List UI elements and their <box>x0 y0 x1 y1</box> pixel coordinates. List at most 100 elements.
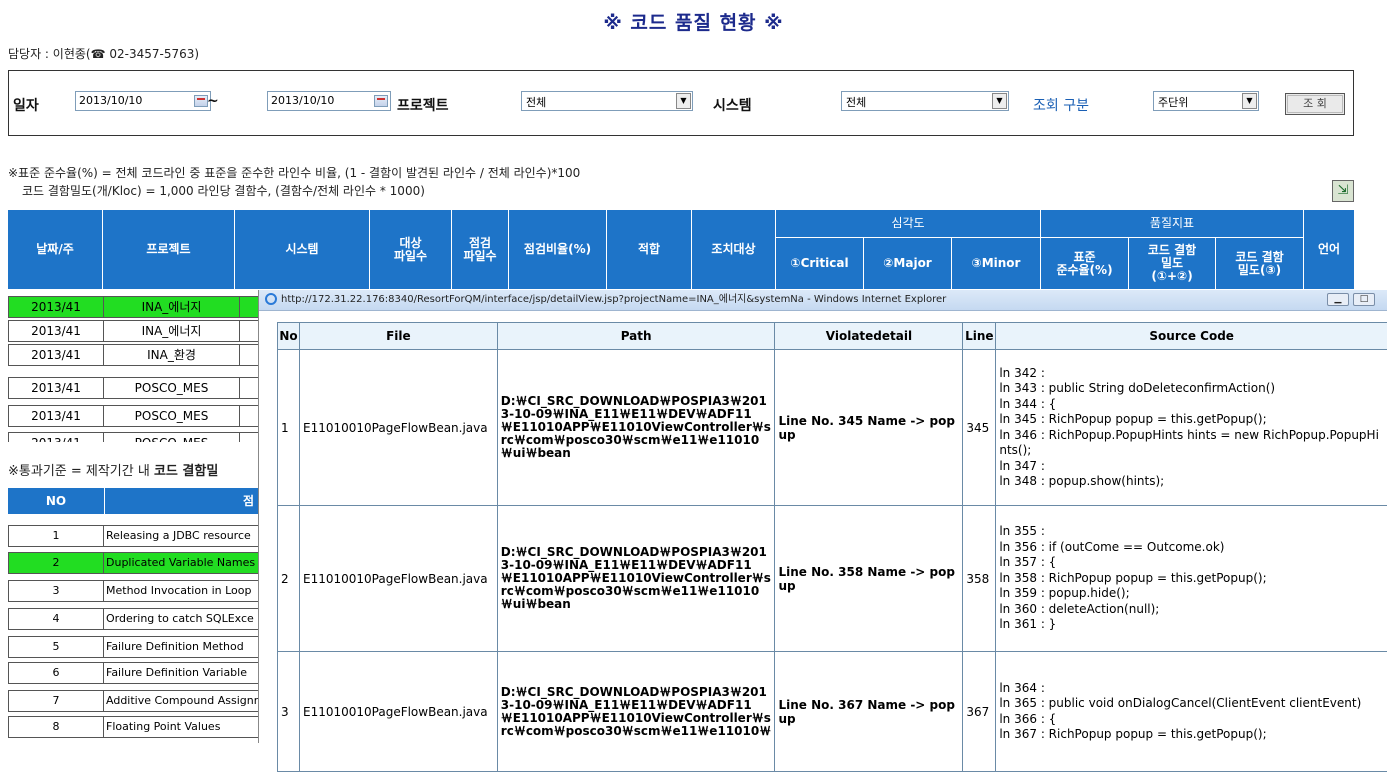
criteria-row[interactable]: 3Method Invocation in Loop <box>8 580 258 602</box>
source-line: ln 365 : public void onDialogCancel(Clie… <box>999 696 1384 712</box>
criteria-no: 6 <box>8 662 104 684</box>
density-formula-note: 코드 결함밀도(개/Kloc) = 1,000 라인당 결함수, (결함수/전체… <box>22 182 425 199</box>
criteria-row[interactable]: 7Additive Compound Assignr <box>8 690 258 712</box>
excel-export-icon[interactable]: ⇲ <box>1332 180 1354 202</box>
query-type-select[interactable]: 주단위 ▼ <box>1153 91 1259 111</box>
project-select[interactable]: 전체 ▼ <box>521 91 693 111</box>
end-date-value: 2013/10/10 <box>271 94 334 107</box>
detail-popup-window[interactable]: http://172.31.22.176:8340/ResortForQM/in… <box>258 290 1387 743</box>
end-date-input[interactable]: 2013/10/10 <box>267 91 391 111</box>
source-line: ln 367 : RichPopup popup = this.getPopup… <box>999 727 1384 743</box>
cell-week: 2013/41 <box>8 344 104 366</box>
criteria-name: Ordering to catch SQLExce <box>103 608 259 630</box>
cell-system <box>239 405 259 427</box>
source-line: ln 342 : <box>999 366 1384 382</box>
cell-week: 2013/41 <box>8 320 104 342</box>
criteria-row[interactable]: 4Ordering to catch SQLExce <box>8 608 258 630</box>
source-line: ln 359 : popup.hide(); <box>999 586 1384 602</box>
col-inspection-item: 점 <box>105 488 258 514</box>
chevron-down-icon[interactable]: ▼ <box>992 93 1007 109</box>
source-line: ln 364 : <box>999 681 1384 697</box>
query-type-label: 조회 구분 <box>1033 95 1089 115</box>
detail-row[interactable]: 1E11010010PageFlowBean.javaD:￦CI_SRC_DOW… <box>278 350 1387 506</box>
table-row[interactable]: 2013/41 INA_환경 <box>8 344 258 366</box>
cell-source-code: ln 355 :ln 356 : if (outCome == Outcome.… <box>996 506 1387 652</box>
col-minor: ③Minor <box>952 238 1041 290</box>
cell-system <box>239 296 259 318</box>
criteria-row[interactable]: 8Floating Point Values <box>8 716 258 738</box>
detail-row[interactable]: 3E11010010PageFlowBean.javaD:￦CI_SRC_DOW… <box>278 652 1387 772</box>
cell-week: 2013/41 <box>8 432 104 442</box>
system-select[interactable]: 전체 ▼ <box>841 91 1009 111</box>
criteria-name: Failure Definition Variable <box>103 662 259 684</box>
minimize-icon[interactable]: ▁ <box>1327 293 1349 306</box>
popup-title: http://172.31.22.176:8340/ResortForQM/in… <box>281 290 946 310</box>
cell-path: D:￦CI_SRC_DOWNLOAD￦POSPIA3￦2013-10-09￦IN… <box>497 506 775 652</box>
col-language: 언어 <box>1304 210 1354 290</box>
source-line: ln 360 : deleteAction(null); <box>999 602 1384 618</box>
compliance-formula-note: ※표준 준수율(%) = 전체 코드라인 중 표준을 준수한 라인수 비율, (… <box>8 164 580 181</box>
source-line: ln 346 : RichPopup.PopupHints hints = ne… <box>999 428 1384 459</box>
cell-no: 3 <box>278 652 300 772</box>
criteria-name: Failure Definition Method <box>103 636 259 658</box>
source-line: ln 347 : <box>999 459 1384 475</box>
col-defect-density-3: 코드 결함 밀도(③) <box>1216 238 1304 290</box>
table-row[interactable]: 2013/41 POSCO_MES <box>8 377 258 399</box>
table-row[interactable]: 2013/41 POSCO_MES <box>8 405 258 427</box>
source-line: ln 357 : { <box>999 555 1384 571</box>
start-date-input[interactable]: 2013/10/10 <box>75 91 211 111</box>
criteria-no: 5 <box>8 636 104 658</box>
cell-no: 2 <box>278 506 300 652</box>
col-file: File <box>299 323 497 350</box>
cell-line: 345 <box>963 350 996 506</box>
col-std-compliance: 표준 준수율(%) <box>1041 238 1129 290</box>
col-major: ②Major <box>864 238 952 290</box>
col-date-week: 날짜/주 <box>8 210 103 290</box>
calendar-icon[interactable] <box>374 95 388 107</box>
cell-project: INA_에너지 <box>103 320 240 342</box>
calendar-icon[interactable] <box>194 95 208 107</box>
cell-project: POSCO_MES <box>103 405 240 427</box>
criteria-row[interactable]: 2Duplicated Variable Names <box>8 552 258 574</box>
query-button[interactable]: 조 회 <box>1285 93 1345 115</box>
criteria-row[interactable]: 1Releasing a JDBC resource <box>8 525 258 547</box>
criteria-row[interactable]: 5Failure Definition Method <box>8 636 258 658</box>
col-no: NO <box>8 488 105 514</box>
col-project: 프로젝트 <box>103 210 235 290</box>
violation-detail-table: No File Path Violatedetail Line Source C… <box>277 322 1387 772</box>
maximize-icon[interactable]: □ <box>1353 293 1375 306</box>
filter-panel: 일자 2013/10/10 ~ 2013/10/10 프로젝트 전체 ▼ 시스템… <box>8 70 1354 136</box>
criteria-row[interactable]: 6Failure Definition Variable <box>8 662 258 684</box>
cell-violatedetail: Line No. 367 Name -> popup <box>775 652 963 772</box>
ie-icon <box>265 293 277 305</box>
criteria-no: 1 <box>8 525 104 547</box>
source-line: ln 343 : public String doDeleteconfirmAc… <box>999 381 1384 397</box>
cell-path: D:￦CI_SRC_DOWNLOAD￦POSPIA3￦2013-10-09￦IN… <box>497 350 775 506</box>
col-group-quality-index: 품질지표 <box>1041 210 1304 238</box>
criteria-no: 8 <box>8 716 104 738</box>
criteria-no: 7 <box>8 690 104 712</box>
cell-source-code: ln 342 :ln 343 : public String doDeletec… <box>996 350 1387 506</box>
pass-criteria-prefix: ※통과기준 = 제작기간 내 <box>8 464 154 479</box>
cell-system <box>239 320 259 342</box>
source-line: ln 366 : { <box>999 712 1384 728</box>
col-source-code: Source Code <box>996 323 1387 350</box>
pass-criteria-note: ※통과기준 = 제작기간 내 코드 결함밀 <box>8 460 258 479</box>
table-row[interactable]: 2013/41 INA_에너지 <box>8 320 258 342</box>
col-action-target: 조치대상 <box>692 210 776 290</box>
col-path: Path <box>497 323 775 350</box>
chevron-down-icon[interactable]: ▼ <box>676 93 691 109</box>
start-date-value: 2013/10/10 <box>79 94 142 107</box>
date-label: 일자 <box>13 95 39 115</box>
table-row[interactable]: 2013/41 POSCO_MES <box>8 432 258 442</box>
cell-source-code: ln 364 :ln 365 : public void onDialogCan… <box>996 652 1387 772</box>
popup-titlebar[interactable]: http://172.31.22.176:8340/ResortForQM/in… <box>259 290 1387 311</box>
pass-criteria-bold: 코드 결함밀 <box>154 464 218 479</box>
source-line: ln 361 : } <box>999 617 1384 633</box>
cell-week: 2013/41 <box>8 377 104 399</box>
cell-project: INA_환경 <box>103 344 240 366</box>
chevron-down-icon[interactable]: ▼ <box>1242 93 1257 109</box>
detail-row[interactable]: 2E11010010PageFlowBean.javaD:￦CI_SRC_DOW… <box>278 506 1387 652</box>
source-line: ln 356 : if (outCome == Outcome.ok) <box>999 540 1384 556</box>
table-row[interactable]: 2013/41 INA_에너지 <box>8 296 258 318</box>
